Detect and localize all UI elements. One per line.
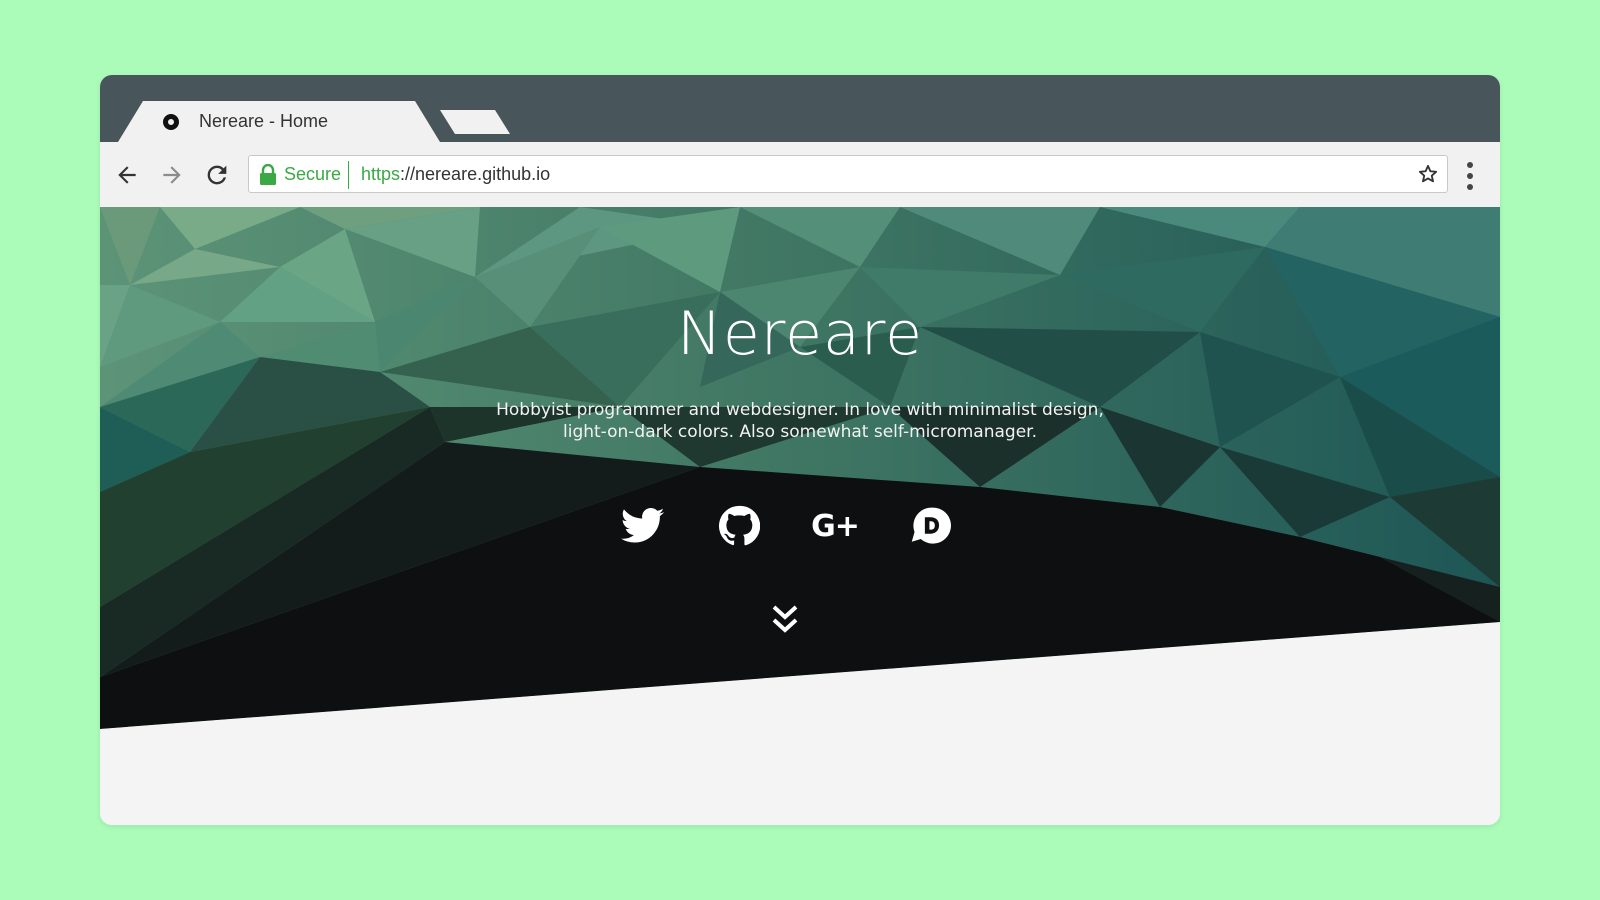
- browser-window: Nereare - Home Secure https://nereare.gi…: [100, 75, 1500, 825]
- disqus-link[interactable]: [908, 503, 954, 549]
- back-button[interactable]: [112, 160, 142, 190]
- social-links: G+: [620, 503, 980, 549]
- new-tab-button[interactable]: [440, 110, 512, 134]
- secure-label: Secure: [284, 164, 342, 184]
- tab-title: Nereare - Home: [199, 111, 329, 131]
- reload-icon: [207, 165, 227, 185]
- description-line: Hobbyist programmer and webdesigner. In …: [496, 400, 1104, 420]
- description-line: light-on-dark colors. Also somewhat self…: [563, 422, 1037, 442]
- github-link[interactable]: [716, 503, 762, 549]
- lock-icon: [260, 164, 276, 185]
- double-chevron-down-icon[interactable]: [770, 604, 800, 636]
- twitter-icon: [621, 507, 665, 543]
- menu-dot: [1467, 162, 1473, 168]
- kebab-menu-icon[interactable]: [1463, 162, 1477, 190]
- page-viewport: Nereare Hobbyist programmer and webdesig…: [100, 207, 1500, 825]
- github-icon: [718, 505, 760, 546]
- circle-logo-icon: [163, 114, 179, 130]
- omnibox-divider: [348, 161, 349, 189]
- google-plus-link[interactable]: G+: [811, 503, 860, 549]
- twitter-link[interactable]: [620, 503, 666, 549]
- site-description: Hobbyist programmer and webdesigner. In …: [490, 399, 1110, 443]
- reload-button[interactable]: [202, 160, 232, 190]
- url-scheme: https: [361, 164, 401, 184]
- arrow-left-icon: [118, 166, 136, 184]
- google-plus-icon: G+: [811, 508, 860, 544]
- url-text[interactable]: https://nereare.github.io: [361, 164, 550, 185]
- star-icon[interactable]: [1417, 163, 1439, 185]
- site-title: Nereare: [676, 299, 924, 369]
- url-host: ://nereare.github.io: [400, 164, 551, 184]
- menu-dot: [1467, 184, 1473, 190]
- menu-dot: [1467, 173, 1473, 179]
- browser-toolbar: Secure https://nereare.github.io: [100, 142, 1500, 207]
- forward-button[interactable]: [157, 160, 187, 190]
- disqus-icon: [911, 507, 951, 544]
- arrow-right-icon: [163, 166, 181, 184]
- browser-titlebar: Nereare - Home: [100, 75, 1500, 142]
- address-bar[interactable]: Secure https://nereare.github.io: [248, 155, 1448, 193]
